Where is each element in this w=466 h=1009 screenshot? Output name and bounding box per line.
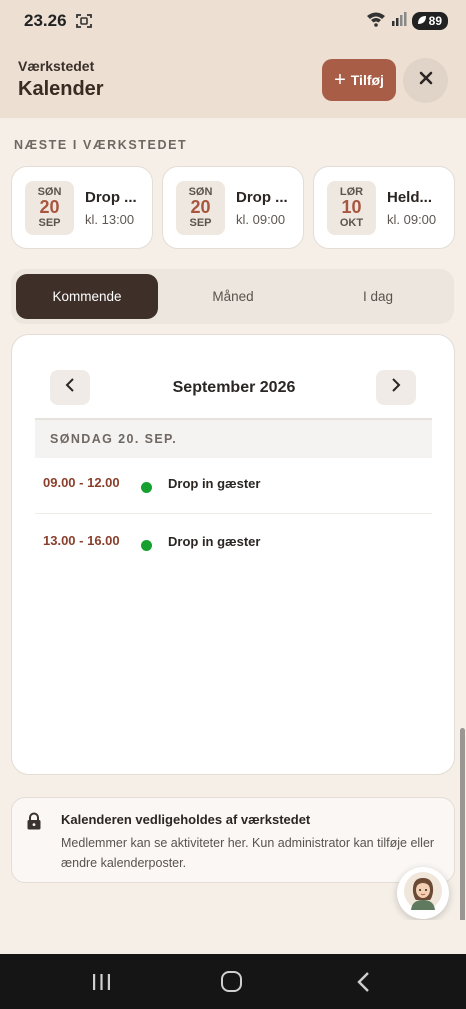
event-row[interactable]: 09.00 - 12.00 Drop in gæster (35, 458, 432, 514)
day-header: SØNDAG 20. SEP. (35, 418, 432, 458)
header-subtitle: Værkstedet (18, 58, 95, 74)
date-month: SEP (189, 217, 212, 229)
view-tabs: Kommende Måned I dag (11, 269, 454, 324)
page-bottom (0, 920, 466, 954)
date-day: 10 (341, 197, 362, 217)
date-day: 20 (190, 197, 211, 217)
battery-saver-icon (417, 14, 427, 28)
upcoming-time: kl. 09:00 (387, 212, 437, 227)
back-button[interactable] (354, 971, 374, 993)
upcoming-time: kl. 09:00 (236, 212, 286, 227)
page-title: Kalender (18, 78, 104, 100)
assistant-button[interactable] (397, 867, 449, 919)
date-month: OKT (339, 217, 364, 229)
screen-capture-icon (75, 13, 93, 29)
upcoming-title: Drop ... (236, 189, 288, 206)
event-time: 13.00 - 16.00 (43, 533, 120, 548)
assistant-avatar-icon (404, 871, 442, 915)
event-title: Drop in gæster (168, 476, 261, 491)
status-time: 23.26 (24, 11, 67, 30)
battery-level: 89 (428, 14, 442, 28)
info-notice: Kalenderen vedligeholdes af værkstedet M… (11, 797, 455, 883)
add-button-label: Tilføj (350, 72, 384, 88)
add-button[interactable]: + Tilføj (322, 59, 396, 101)
event-status-dot (141, 540, 152, 551)
upcoming-item[interactable]: SØN 20 SEP Drop ... kl. 09:00 (162, 166, 304, 249)
date-badge: SØN 20 SEP (176, 181, 225, 235)
tab-i-dag[interactable]: I dag (307, 274, 449, 319)
event-title: Drop in gæster (168, 534, 261, 549)
date-month: SEP (38, 217, 61, 229)
upcoming-title: Drop ... (85, 189, 137, 206)
date-badge: SØN 20 SEP (25, 181, 74, 235)
date-badge: LØR 10 OKT (327, 181, 376, 235)
upcoming-title: Held... (387, 189, 433, 206)
info-title: Kalenderen vedligeholdes af værkstedet (61, 812, 311, 827)
chevron-right-icon (391, 378, 401, 397)
upcoming-list: SØN 20 SEP Drop ... kl. 13:00 SØN 20 SEP… (0, 166, 466, 250)
event-time: 09.00 - 12.00 (43, 475, 120, 490)
scrollbar[interactable] (460, 728, 465, 924)
plus-icon: + (334, 69, 346, 91)
lock-icon (26, 812, 42, 830)
event-status-dot (141, 482, 152, 493)
upcoming-item[interactable]: SØN 20 SEP Drop ... kl. 13:00 (11, 166, 153, 249)
close-icon (419, 71, 433, 90)
upcoming-section-label: NÆSTE I VÆRKSTEDET (14, 138, 188, 152)
upcoming-item[interactable]: LØR 10 OKT Held... kl. 09:00 (313, 166, 455, 249)
date-day: 20 (39, 197, 60, 217)
wifi-icon (366, 11, 386, 32)
home-button[interactable] (221, 971, 242, 992)
recent-apps-button[interactable] (92, 973, 111, 991)
battery-indicator: 89 (411, 12, 448, 30)
status-bar: 23.26 89 (0, 0, 466, 42)
upcoming-time: kl. 13:00 (85, 212, 135, 227)
tab-maaned[interactable]: Måned (162, 274, 304, 319)
calendar-card: September 2026 SØNDAG 20. SEP. 09.00 - 1… (11, 334, 455, 775)
event-row[interactable]: 13.00 - 16.00 Drop in gæster (35, 516, 432, 572)
system-navigation-bar (0, 954, 466, 1009)
app-header: Værkstedet Kalender + Tilføj (0, 42, 466, 118)
next-month-button[interactable] (376, 370, 416, 405)
signal-icon (391, 11, 407, 31)
info-text: Medlemmer kan se aktiviteter her. Kun ad… (61, 836, 435, 870)
tab-kommende[interactable]: Kommende (16, 274, 158, 319)
close-button[interactable] (403, 58, 448, 103)
